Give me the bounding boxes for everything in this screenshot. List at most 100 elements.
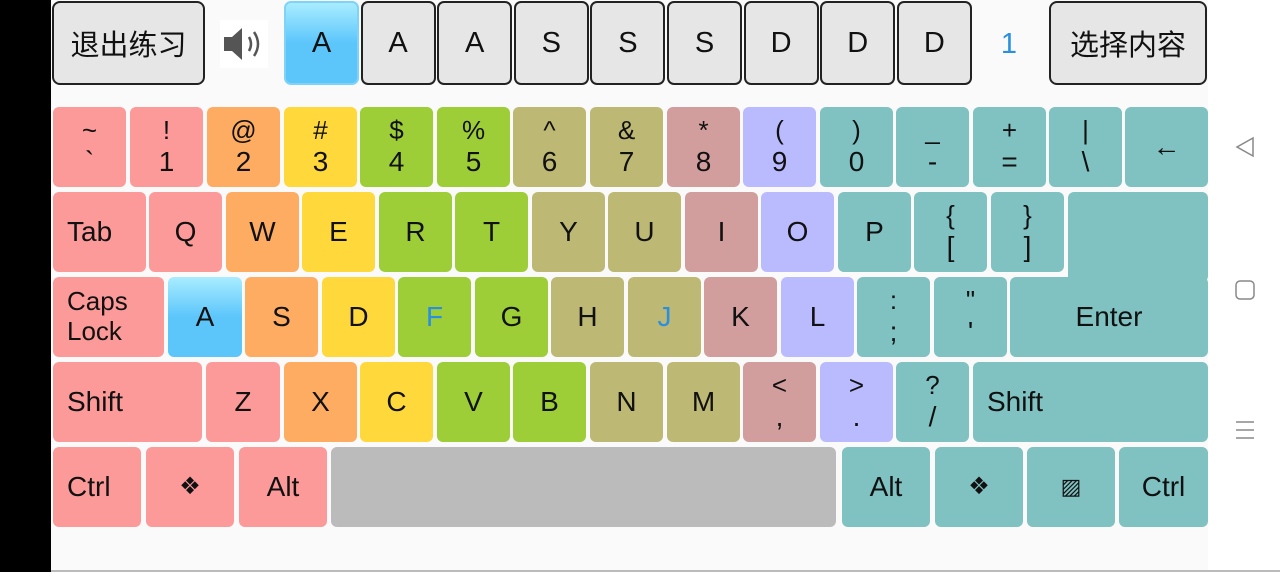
key-v[interactable]: V xyxy=(437,362,510,442)
enter-key-upper[interactable] xyxy=(1068,192,1208,282)
shift-legend: ( xyxy=(775,114,784,145)
key-[interactable]: ? / xyxy=(896,362,969,442)
target-letter: S xyxy=(590,1,666,85)
caps-lock-key[interactable]: Caps Lock xyxy=(53,277,164,357)
key-label: F xyxy=(425,300,444,332)
key-j[interactable]: J xyxy=(628,277,701,357)
key-t[interactable]: T xyxy=(455,192,528,272)
enter-key[interactable]: Enter xyxy=(1010,277,1208,357)
backspace-key[interactable]: ← xyxy=(1125,107,1208,187)
base-legend: ] xyxy=(1023,230,1032,262)
menu-lines-icon[interactable] xyxy=(1234,419,1256,446)
key-label: P xyxy=(865,215,884,247)
base-legend: . xyxy=(852,400,861,432)
left-alt-key[interactable]: Alt xyxy=(239,447,327,527)
base-legend: / xyxy=(928,400,937,432)
key-7[interactable]: & 7 xyxy=(590,107,663,187)
target-letter: S xyxy=(667,1,742,85)
key-k[interactable]: K xyxy=(704,277,777,357)
key-q[interactable]: Q xyxy=(149,192,222,272)
menu-key[interactable]: ▨ xyxy=(1027,447,1115,527)
key-tab[interactable]: Tab xyxy=(53,192,146,272)
key-6[interactable]: ^ 6 xyxy=(513,107,586,187)
key-1[interactable]: ! 1 xyxy=(130,107,203,187)
key-o[interactable]: O xyxy=(761,192,834,272)
shift-legend: < xyxy=(771,369,788,400)
key-label: Y xyxy=(559,215,578,247)
right-alt-key[interactable]: Alt xyxy=(842,447,930,527)
base-legend: ' xyxy=(967,315,974,347)
key-x[interactable]: X xyxy=(284,362,357,442)
base-legend: 7 xyxy=(618,145,635,177)
key-5[interactable]: % 5 xyxy=(437,107,510,187)
key-[interactable]: + = xyxy=(973,107,1046,187)
shift-legend: | xyxy=(1082,114,1089,145)
right-win-key[interactable]: ❖ xyxy=(935,447,1023,527)
key-2[interactable]: @2 xyxy=(207,107,280,187)
key-label: E xyxy=(329,215,348,247)
base-legend: 6 xyxy=(541,145,558,177)
key-[interactable]: _ - xyxy=(896,107,969,187)
key-u[interactable]: U xyxy=(608,192,681,272)
key-label: O xyxy=(786,215,809,247)
key-[interactable]: ~ ` xyxy=(53,107,126,187)
shift-legend: ^ xyxy=(543,114,556,145)
key-f[interactable]: F xyxy=(398,277,471,357)
key-p[interactable]: P xyxy=(838,192,911,272)
left-win-key[interactable]: ❖ xyxy=(146,447,234,527)
key-b[interactable]: B xyxy=(513,362,586,442)
key-8[interactable]: * 8 xyxy=(667,107,740,187)
exit-practice-button[interactable]: 退出练习 xyxy=(52,1,205,85)
base-legend: [ xyxy=(946,230,955,262)
base-legend: Lock xyxy=(67,316,122,346)
left-shift-key[interactable]: Shift xyxy=(53,362,202,442)
key-[interactable]: }] xyxy=(991,192,1064,272)
key-z[interactable]: Z xyxy=(206,362,280,442)
key-i[interactable]: I xyxy=(685,192,758,272)
target-letter: A xyxy=(284,1,359,85)
key-y[interactable]: Y xyxy=(532,192,605,272)
key-3[interactable]: #3 xyxy=(284,107,357,187)
key-[interactable]: " ' xyxy=(934,277,1007,357)
key-n[interactable]: N xyxy=(590,362,663,442)
shift-legend: > xyxy=(848,369,865,400)
home-square-icon[interactable] xyxy=(1234,279,1256,306)
target-letter: A xyxy=(360,1,436,85)
key-e[interactable]: E xyxy=(302,192,375,272)
key-w[interactable]: W xyxy=(226,192,299,272)
key-r[interactable]: R xyxy=(379,192,452,272)
key-h[interactable]: H xyxy=(551,277,624,357)
base-legend: 9 xyxy=(771,145,788,177)
left-ctrl-key[interactable]: Ctrl xyxy=(53,447,141,527)
key-[interactable]: <, xyxy=(743,362,816,442)
key-s[interactable]: S xyxy=(245,277,318,357)
base-legend: - xyxy=(927,145,938,177)
back-triangle-icon[interactable] xyxy=(1234,136,1256,163)
screen-edge xyxy=(0,0,51,572)
key-l[interactable]: L xyxy=(781,277,854,357)
select-content-button[interactable]: 选择内容 xyxy=(1049,1,1207,85)
base-legend: 2 xyxy=(235,145,252,177)
right-ctrl-key[interactable]: Ctrl xyxy=(1119,447,1208,527)
key-[interactable]: {[ xyxy=(914,192,987,272)
right-shift-key[interactable]: Shift xyxy=(973,362,1208,442)
shift-legend: ? xyxy=(925,369,940,400)
key-4[interactable]: $4 xyxy=(360,107,433,187)
key-m[interactable]: M xyxy=(667,362,740,442)
key-label: U xyxy=(634,215,655,247)
key-label: Q xyxy=(174,215,197,247)
base-legend: ` xyxy=(84,145,95,177)
key-a[interactable]: A xyxy=(168,277,242,357)
key-d[interactable]: D xyxy=(322,277,395,357)
key-[interactable]: >. xyxy=(820,362,893,442)
key-9[interactable]: (9 xyxy=(743,107,816,187)
speaker-volume-icon[interactable] xyxy=(220,20,268,68)
key-label: Alt xyxy=(869,470,903,502)
key-c[interactable]: C xyxy=(360,362,433,442)
key-g[interactable]: G xyxy=(475,277,548,357)
key-[interactable]: :; xyxy=(857,277,930,357)
space-key[interactable] xyxy=(331,447,836,527)
key-[interactable]: | \ xyxy=(1049,107,1122,187)
key-label: J xyxy=(657,300,672,332)
key-0[interactable]: ) 0 xyxy=(820,107,893,187)
